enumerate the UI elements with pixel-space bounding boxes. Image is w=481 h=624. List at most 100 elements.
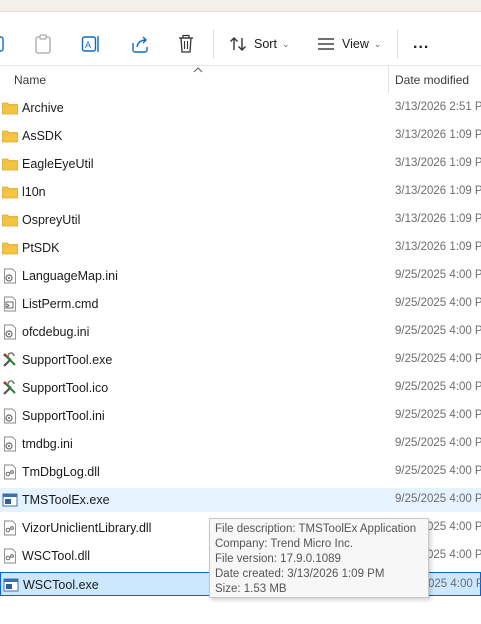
file-name: LanguageMap.ini	[22, 269, 118, 283]
dll-file-icon	[2, 464, 18, 480]
file-name: EagleEyeUtil	[22, 157, 94, 171]
svg-text:A: A	[85, 40, 91, 50]
file-name: SupportTool.ini	[22, 409, 105, 423]
tools-icon	[2, 352, 18, 368]
toolbar-divider	[397, 30, 398, 58]
file-name: tmdbg.ini	[22, 437, 73, 451]
tooltip-description: File description: TMSToolEx Application	[215, 523, 417, 535]
file-row[interactable]: l10n 3/13/2026 1:09 P	[0, 180, 481, 204]
file-row[interactable]: tmdbg.ini 9/25/2025 4:00 P	[0, 432, 481, 456]
folder-icon	[2, 128, 18, 144]
column-header: Name Date modified	[0, 66, 481, 93]
trash-icon	[179, 34, 193, 53]
file-row[interactable]: OspreyUtil 3/13/2026 1:09 P	[0, 208, 481, 232]
file-name: ofcdebug.ini	[22, 325, 90, 339]
sort-ascending-icon	[193, 67, 203, 73]
sort-label: Sort	[254, 37, 277, 51]
tooltip-company: Company: Trend Micro Inc.	[215, 538, 354, 550]
file-date-modified: 3/13/2026 2:51 P	[395, 101, 481, 113]
file-date-modified: 9/25/2025 4:00 P	[395, 297, 481, 309]
file-name: WSCTool.exe	[23, 578, 99, 592]
sort-icon	[230, 37, 246, 51]
file-name: AsSDK	[22, 129, 63, 143]
file-date-modified: 3/13/2026 1:09 P	[395, 129, 481, 141]
file-name: l10n	[22, 185, 46, 199]
settings-file-icon	[2, 324, 18, 340]
share-button[interactable]	[130, 32, 150, 56]
file-date-modified: 9/25/2025 4:00 P	[395, 437, 481, 449]
file-row[interactable]: TMSToolEx.exe 9/25/2025 4:00 P	[0, 488, 481, 512]
file-row[interactable]: LanguageMap.ini 9/25/2025 4:00 P	[0, 264, 481, 288]
file-row[interactable]: SupportTool.exe 9/25/2025 4:00 P	[0, 348, 481, 372]
toolbar-divider	[213, 30, 214, 58]
share-icon	[132, 36, 148, 53]
file-row[interactable]: SupportTool.ini 9/25/2025 4:00 P	[0, 404, 481, 428]
rename-icon: A	[81, 36, 99, 52]
file-row[interactable]: TmDbgLog.dll 9/25/2025 4:00 P	[0, 460, 481, 484]
chevron-down-icon: ⌄	[373, 39, 382, 49]
file-date-modified: 3/13/2026 1:09 P	[395, 185, 481, 197]
view-label: View	[342, 37, 369, 51]
file-date-modified: 9/25/2025 4:00 P	[395, 325, 481, 337]
file-row[interactable]: EagleEyeUtil 3/13/2026 1:09 P	[0, 152, 481, 176]
view-button[interactable]: View ⌄	[317, 32, 381, 56]
cmd-file-icon	[2, 296, 18, 312]
file-row[interactable]: ListPerm.cmd 9/25/2025 4:00 P	[0, 292, 481, 316]
sort-button[interactable]: Sort ⌄	[229, 32, 289, 56]
file-name: VizorUniclientLibrary.dll	[22, 521, 152, 535]
chevron-down-icon: ⌄	[281, 39, 290, 49]
folder-icon	[2, 240, 18, 256]
file-name: PtSDK	[22, 241, 60, 255]
settings-file-icon	[2, 408, 18, 424]
file-name: SupportTool.ico	[22, 381, 109, 395]
folder-icon	[2, 100, 18, 116]
copy-button[interactable]	[0, 32, 6, 56]
folder-icon	[2, 184, 18, 200]
file-info-tooltip: File description: TMSToolEx Application …	[209, 518, 429, 598]
exe-file-icon	[2, 492, 18, 508]
file-date-modified: 3/13/2026 1:09 P	[395, 241, 481, 253]
file-date-modified: 9/25/2025 4:00 P	[395, 465, 481, 477]
file-name: TMSToolEx.exe	[22, 493, 110, 507]
file-name: WSCTool.dll	[22, 549, 91, 563]
file-date-modified: 3/13/2026 1:09 P	[395, 213, 481, 225]
dll-file-icon	[2, 548, 18, 564]
paste-button[interactable]	[34, 32, 52, 56]
more-options-button[interactable]: ...	[413, 32, 429, 56]
paste-icon	[35, 34, 51, 54]
tooltip-created: Date created: 3/13/2026 1:09 PM	[215, 568, 385, 580]
folder-icon	[2, 156, 18, 172]
folder-icon	[2, 212, 18, 228]
rename-button[interactable]: A	[81, 32, 101, 56]
file-row[interactable]: ofcdebug.ini 9/25/2025 4:00 P	[0, 320, 481, 344]
file-row[interactable]: AsSDK 3/13/2026 1:09 P	[0, 124, 481, 148]
settings-file-icon	[2, 268, 18, 284]
file-row[interactable]: SupportTool.ico 9/25/2025 4:00 P	[0, 376, 481, 400]
tooltip-size: Size: 1.53 MB	[215, 583, 287, 595]
tooltip-version: File version: 17.9.0.1089	[215, 553, 341, 565]
exe-file-icon	[3, 577, 19, 593]
file-name: TmDbgLog.dll	[22, 465, 100, 479]
column-divider[interactable]	[388, 66, 389, 93]
file-name: OspreyUtil	[22, 213, 81, 227]
file-name: Archive	[22, 101, 64, 115]
file-date-modified: 9/25/2025 4:00 P	[395, 409, 481, 421]
file-date-modified: 9/25/2025 4:00 P	[395, 269, 481, 281]
column-header-date-modified[interactable]: Date modified	[395, 73, 469, 87]
column-header-name[interactable]: Name	[14, 73, 46, 87]
address-bar-strip	[0, 0, 481, 12]
file-name: SupportTool.exe	[22, 353, 113, 367]
view-icon	[318, 38, 334, 50]
settings-file-icon	[2, 436, 18, 452]
file-row[interactable]: Archive 3/13/2026 2:51 P	[0, 96, 481, 120]
tools-icon	[2, 380, 18, 396]
file-date-modified: 9/25/2025 4:00 P	[395, 493, 481, 505]
file-row[interactable]: PtSDK 3/13/2026 1:09 P	[0, 236, 481, 260]
file-date-modified: 9/25/2025 4:00 P	[395, 353, 481, 365]
command-bar: A Sort ⌄ View ⌄ ...	[0, 12, 481, 66]
file-date-modified: 3/13/2026 1:09 P	[395, 157, 481, 169]
file-name: ListPerm.cmd	[22, 297, 99, 311]
dll-file-icon	[2, 520, 18, 536]
delete-button[interactable]	[177, 32, 195, 56]
more-options-label: ...	[413, 35, 430, 52]
